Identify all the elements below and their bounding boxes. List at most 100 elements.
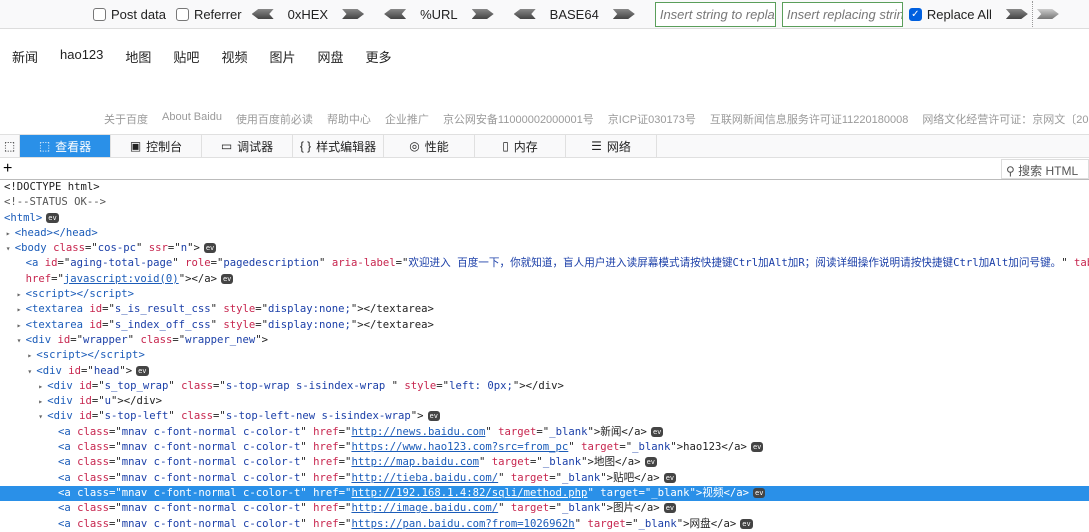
markup-node[interactable]: <a class="mnav c-font-normal c-color-t" … <box>0 455 1089 470</box>
nav-link[interactable]: 网盘 <box>317 47 343 66</box>
replace-all-checkbox[interactable]: ✓ Replace All <box>908 7 992 22</box>
element-picker-icon[interactable]: ⬚ <box>0 135 20 157</box>
event-badge[interactable]: ev <box>644 457 657 468</box>
markup-node[interactable]: <a class="mnav c-font-normal c-color-t" … <box>0 440 1089 455</box>
tab-performance[interactable]: ◎ 性能 <box>384 135 475 157</box>
find-string-input[interactable]: Insert string to replace <box>654 1 776 27</box>
checkmark-icon[interactable]: ✓ <box>908 7 922 21</box>
markup-node[interactable]: <!--STATUS OK--> <box>0 195 1089 210</box>
footer-link[interactable]: 网络文化经营许可证：京网文〔2023 <box>922 111 1089 127</box>
nav-link[interactable]: 新闻 <box>12 47 38 66</box>
footer-link[interactable]: About Baidu <box>162 111 222 127</box>
tab-console[interactable]: ▣ 控制台 <box>111 135 202 157</box>
event-badge[interactable]: ev <box>203 243 217 254</box>
footer-link[interactable]: 京公网安备11000002000001号 <box>443 111 594 127</box>
attr-link[interactable]: http://192.168.1.4:82/sqli/method.php <box>351 487 587 499</box>
event-badge[interactable]: ev <box>220 273 234 284</box>
markup-node[interactable]: <a class="mnav c-font-normal c-color-t" … <box>0 425 1089 440</box>
attr-link[interactable]: https://www.hao123.com?src=from_pc <box>351 441 568 453</box>
tab-memory[interactable]: ▯ 内存 <box>475 135 566 157</box>
twisty-collapsed-icon[interactable]: ▸ <box>17 302 22 317</box>
attr-link[interactable]: http://image.baidu.com/ <box>351 502 498 514</box>
markup-node[interactable]: ▸ <head></head> <box>0 226 1089 241</box>
markup-node[interactable]: href="javascript:void(0)"></a> ev <box>0 272 1089 287</box>
footer-link[interactable]: 京ICP证030173号 <box>608 111 696 127</box>
encode-arrow-icon[interactable] <box>471 9 494 19</box>
add-node-icon[interactable]: + <box>3 160 12 178</box>
checkbox-box[interactable] <box>93 7 106 21</box>
replace-string-input[interactable]: Insert replacing string <box>781 1 903 27</box>
markup-node[interactable]: ▸ <textarea id="s_is_result_css" style="d… <box>0 302 1089 317</box>
footer-link[interactable]: 使用百度前必读 <box>236 111 313 127</box>
footer-link[interactable]: 帮助中心 <box>327 111 371 127</box>
twisty-expanded-icon[interactable]: ▾ <box>27 364 32 379</box>
markup-node[interactable]: <a class="mnav c-font-normal c-color-t" … <box>0 471 1089 486</box>
markup-node[interactable]: ▸ <textarea id="s_index_off_css" style="d… <box>0 318 1089 333</box>
markup-node[interactable]: ▸ <div id="s_top_wrap" class="s-top-wrap … <box>0 379 1089 394</box>
event-badge[interactable]: ev <box>136 365 149 376</box>
twisty-collapsed-icon[interactable]: ▸ <box>17 318 22 333</box>
markup-node[interactable]: <html> ev <box>0 211 1089 226</box>
encode-arrow-icon[interactable] <box>612 9 635 19</box>
search-html-input[interactable]: ⚲ 搜索 HTML <box>1001 158 1089 179</box>
nav-link[interactable]: 图片 <box>269 47 295 66</box>
footer-link[interactable]: 关于百度 <box>104 111 148 127</box>
markup-node[interactable]: ▾ <body class="cos-pc" ssr="n"> ev <box>0 241 1089 256</box>
twisty-collapsed-icon[interactable]: ▸ <box>38 379 43 394</box>
referrer-checkbox[interactable]: Referrer <box>175 7 242 22</box>
decode-arrow-icon[interactable] <box>513 9 536 19</box>
more-arrow-icon[interactable] <box>1036 9 1059 19</box>
attr-link[interactable]: http://tieba.baidu.com/ <box>351 472 498 484</box>
markup-node[interactable]: <!DOCTYPE html> <box>0 180 1089 195</box>
nav-link[interactable]: 地图 <box>125 47 151 66</box>
tab-style-editor[interactable]: { } 样式编辑器 <box>293 135 384 157</box>
markup-node[interactable]: ▸ <script></script> <box>0 348 1089 363</box>
replace-arrow-icon[interactable] <box>1005 9 1028 19</box>
event-badge[interactable]: ev <box>427 411 440 422</box>
twisty-collapsed-icon[interactable]: ▸ <box>27 348 32 363</box>
markup-node[interactable]: ▾ <div id="s-top-left" class="s-top-left-… <box>0 409 1089 424</box>
attr-link[interactable]: https://pan.baidu.com?from=1026962h <box>351 518 574 530</box>
twisty-collapsed-icon[interactable]: ▸ <box>38 394 43 409</box>
nav-link[interactable]: 视频 <box>221 47 247 66</box>
nav-link[interactable]: 更多 <box>365 47 391 66</box>
attr-link[interactable]: http://news.baidu.com <box>351 426 485 438</box>
style-editor-icon: { } <box>299 139 312 153</box>
tab-debugger[interactable]: ▭ 调试器 <box>202 135 293 157</box>
twisty-expanded-icon[interactable]: ▾ <box>38 409 43 424</box>
attr-link[interactable]: http://map.baidu.com <box>351 456 479 468</box>
markup-node[interactable]: <a class="mnav c-font-normal c-color-t" … <box>0 501 1089 516</box>
encode-arrow-icon[interactable] <box>342 9 365 19</box>
decode-arrow-icon[interactable] <box>251 9 274 19</box>
footer-link[interactable]: 互联网新闻信息服务许可证11220180008 <box>710 111 908 127</box>
event-badge[interactable]: ev <box>663 472 677 483</box>
nav-link[interactable]: 贴吧 <box>173 47 199 66</box>
markup-node[interactable]: ▾ <div id="wrapper" class="wrapper_new"> <box>0 333 1089 348</box>
attr-link[interactable]: javascript:void(0) <box>64 273 179 285</box>
event-badge[interactable]: ev <box>740 518 753 529</box>
event-badge[interactable]: ev <box>46 212 59 223</box>
base64-label: BASE64 <box>549 6 599 22</box>
nav-link[interactable]: hao123 <box>60 47 103 66</box>
checkbox-box[interactable] <box>175 7 189 21</box>
twisty-collapsed-icon[interactable]: ▸ <box>6 226 11 241</box>
twisty-collapsed-icon[interactable]: ▸ <box>17 287 22 302</box>
markup-node[interactable]: <a class="mnav c-font-normal c-color-t" … <box>0 485 1089 502</box>
attr-value: display:none; <box>268 303 351 316</box>
event-badge[interactable]: ev <box>750 442 764 453</box>
markup-node[interactable]: ▸ <script></script> <box>0 287 1089 302</box>
twisty-expanded-icon[interactable]: ▾ <box>17 333 22 348</box>
decode-arrow-icon[interactable] <box>384 9 407 19</box>
twisty-expanded-icon[interactable]: ▾ <box>6 241 11 256</box>
markup-node[interactable]: <a class="mnav c-font-normal c-color-t" … <box>0 517 1089 532</box>
event-badge[interactable]: ev <box>663 503 677 514</box>
tab-inspector[interactable]: ⬚ 查看器 <box>20 135 111 157</box>
markup-node[interactable]: ▸ <div id="u"></div> <box>0 394 1089 409</box>
event-badge[interactable]: ev <box>753 487 766 498</box>
footer-link[interactable]: 企业推广 <box>385 111 429 127</box>
post-data-checkbox[interactable]: Post data <box>93 7 166 22</box>
tab-network[interactable]: ☰ 网络 <box>566 135 657 157</box>
markup-node[interactable]: <a id="aging-total-page" role="pagedescr… <box>0 256 1089 271</box>
event-badge[interactable]: ev <box>650 426 664 437</box>
markup-node[interactable]: ▾ <div id="head"> ev <box>0 364 1089 379</box>
